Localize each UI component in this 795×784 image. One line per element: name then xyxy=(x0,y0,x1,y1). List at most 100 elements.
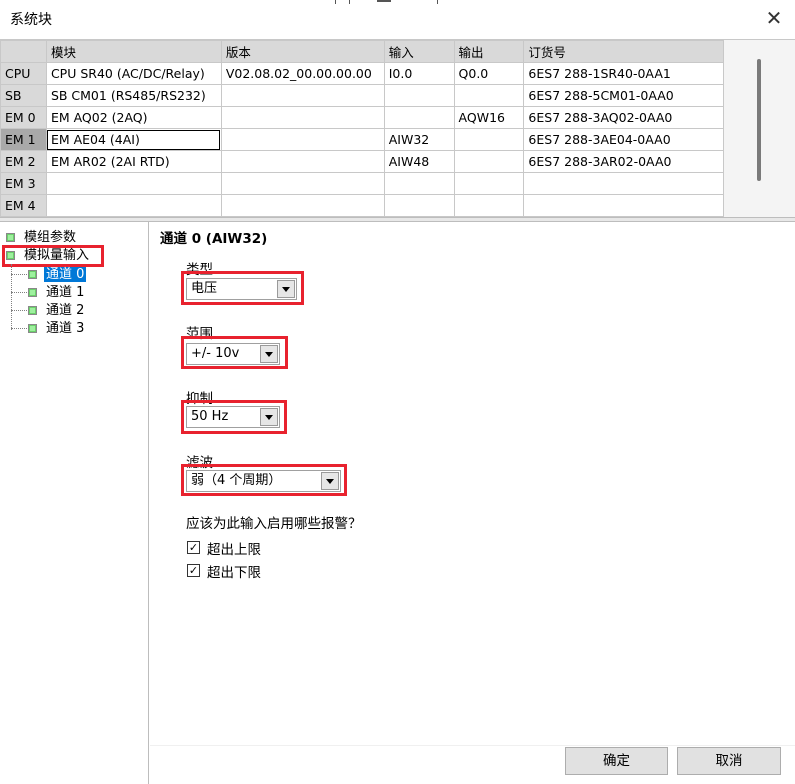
order-number-cell[interactable]: 6ES7 288-3AR02-0AA0 xyxy=(523,150,724,173)
check-icon: ✓ xyxy=(188,541,199,554)
table-header-row: 模块 版本 输入 输出 订货号 xyxy=(0,40,724,63)
module-cell[interactable]: EM AQ02 (2AQ) xyxy=(45,106,222,129)
table-row[interactable]: CPU CPU SR40 (AC/DC/Relay) V02.08.02_00.… xyxy=(0,62,724,85)
filter-dropdown[interactable]: 弱（4 个周期） xyxy=(186,470,341,492)
order-number-cell[interactable] xyxy=(523,172,724,195)
range-dropdown-value: +/- 10v xyxy=(191,346,240,361)
version-cell[interactable] xyxy=(220,128,385,151)
input-cell[interactable] xyxy=(383,172,455,195)
alarm-lower-checkbox[interactable]: ✓ xyxy=(187,564,200,577)
alarm-upper-checkbox[interactable]: ✓ xyxy=(187,541,200,554)
row-header[interactable]: SB xyxy=(0,84,47,107)
ok-button[interactable]: 确定 xyxy=(565,747,668,775)
channel-settings-panel xyxy=(150,222,795,784)
column-header-rowtype xyxy=(0,40,47,63)
column-header-order-number[interactable]: 订货号 xyxy=(523,40,724,63)
order-number-cell[interactable]: 6ES7 288-3AE04-0AA0 xyxy=(523,128,724,151)
rejection-dropdown-value: 50 Hz xyxy=(191,409,229,424)
version-cell[interactable] xyxy=(220,84,385,107)
channel-2-node-icon xyxy=(28,306,37,315)
column-header-module[interactable]: 模块 xyxy=(45,40,222,63)
tree-connector xyxy=(11,274,27,275)
module-table: 模块 版本 输入 输出 订货号 CPU CPU SR40 (AC/DC/Rela… xyxy=(0,40,724,217)
order-number-cell[interactable] xyxy=(523,194,724,217)
module-cell[interactable]: EM AR02 (2AI RTD) xyxy=(45,150,222,173)
close-icon[interactable]: ✕ xyxy=(764,8,784,28)
order-number-cell[interactable]: 6ES7 288-3AQ02-0AA0 xyxy=(523,106,724,129)
table-row[interactable]: SB SB CM01 (RS485/RS232) 6ES7 288-5CM01-… xyxy=(0,84,724,107)
version-cell[interactable] xyxy=(220,106,385,129)
table-row[interactable]: EM 4 xyxy=(0,194,724,217)
row-header[interactable]: EM 2 xyxy=(0,150,47,173)
type-dropdown[interactable]: 电压 xyxy=(186,278,297,300)
chevron-down-icon[interactable] xyxy=(277,280,295,298)
module-cell[interactable]: SB CM01 (RS485/RS232) xyxy=(45,84,222,107)
row-header[interactable]: EM 3 xyxy=(0,172,47,195)
chevron-down-icon[interactable] xyxy=(260,345,278,363)
module-grid: 模块 版本 输入 输出 订货号 CPU CPU SR40 (AC/DC/Rela… xyxy=(0,39,724,218)
input-cell[interactable]: AIW48 xyxy=(383,150,455,173)
input-cell[interactable]: AIW32 xyxy=(383,128,455,151)
output-cell[interactable] xyxy=(453,194,525,217)
tree-connector xyxy=(11,310,27,311)
alarm-upper-label[interactable]: 超出上限 xyxy=(207,538,261,558)
output-cell[interactable]: Q0.0 xyxy=(453,62,525,85)
column-header-output[interactable]: 输出 xyxy=(453,40,525,63)
alarm-question: 应该为此输入启用哪些报警？ xyxy=(186,516,362,532)
output-cell[interactable] xyxy=(453,150,525,173)
table-row[interactable]: EM 3 xyxy=(0,172,724,195)
version-cell[interactable] xyxy=(220,150,385,173)
tree-item-channel-0-label: 通道 0 xyxy=(44,267,87,282)
tree-item-channel-2[interactable]: 通道 2 xyxy=(46,302,84,319)
tree-item-analog-input[interactable]: 模拟量输入 xyxy=(24,247,89,264)
module-cell[interactable]: EM AE04 (4AI) xyxy=(45,128,222,151)
input-cell[interactable] xyxy=(383,194,455,217)
table-row[interactable]: EM 0 EM AQ02 (2AQ) AQW16 6ES7 288-3AQ02-… xyxy=(0,106,724,129)
tree-item-channel-1[interactable]: 通道 1 xyxy=(46,284,84,301)
table-row-selected[interactable]: EM 1 EM AE04 (4AI) AIW32 6ES7 288-3AE04-… xyxy=(0,128,724,151)
channel-3-node-icon xyxy=(28,324,37,333)
module-cell[interactable] xyxy=(45,172,222,195)
grid-scrollbar-thumb[interactable] xyxy=(757,59,761,181)
order-number-cell[interactable]: 6ES7 288-5CM01-0AA0 xyxy=(523,84,724,107)
output-cell[interactable] xyxy=(453,172,525,195)
column-header-version[interactable]: 版本 xyxy=(220,40,385,63)
version-cell[interactable] xyxy=(220,172,385,195)
input-cell[interactable] xyxy=(383,106,455,129)
channel-1-node-icon xyxy=(28,288,37,297)
output-cell[interactable] xyxy=(453,128,525,151)
filter-label: 滤波 xyxy=(186,455,213,471)
version-cell[interactable] xyxy=(220,194,385,217)
tree-item-module-params[interactable]: 模组参数 xyxy=(24,229,76,246)
analog-input-node-icon xyxy=(6,251,15,260)
order-number-cell[interactable]: 6ES7 288-1SR40-0AA1 xyxy=(523,62,724,85)
type-dropdown-value: 电压 xyxy=(191,281,218,296)
column-header-input[interactable]: 输入 xyxy=(383,40,455,63)
output-cell[interactable] xyxy=(453,84,525,107)
table-row[interactable]: EM 2 EM AR02 (2AI RTD) AIW48 6ES7 288-3A… xyxy=(0,150,724,173)
row-header[interactable]: EM 1 xyxy=(0,128,47,151)
alarm-lower-label[interactable]: 超出下限 xyxy=(207,561,261,581)
button-bar-divider xyxy=(150,745,795,746)
row-header[interactable]: EM 4 xyxy=(0,194,47,217)
chevron-down-icon[interactable] xyxy=(260,408,278,426)
output-cell[interactable]: AQW16 xyxy=(453,106,525,129)
module-cell[interactable]: CPU SR40 (AC/DC/Relay) xyxy=(45,62,222,85)
module-params-node-icon xyxy=(6,233,15,242)
chevron-down-icon[interactable] xyxy=(321,472,339,490)
version-cell[interactable]: V02.08.02_00.00.00.00 xyxy=(220,62,385,85)
channel-0-node-icon xyxy=(28,270,37,279)
cancel-button[interactable]: 取消 xyxy=(677,747,781,775)
tree-item-channel-0[interactable]: 通道 0 xyxy=(44,266,87,283)
input-cell[interactable]: I0.0 xyxy=(383,62,455,85)
module-cell[interactable] xyxy=(45,194,222,217)
range-dropdown[interactable]: +/- 10v xyxy=(186,343,280,365)
top-edge-marks xyxy=(335,0,438,4)
row-header[interactable]: CPU xyxy=(0,62,47,85)
row-header[interactable]: EM 0 xyxy=(0,106,47,129)
rejection-dropdown[interactable]: 50 Hz xyxy=(186,406,280,428)
input-cell[interactable] xyxy=(383,84,455,107)
tree-item-channel-3[interactable]: 通道 3 xyxy=(46,320,84,337)
check-icon: ✓ xyxy=(188,564,199,577)
tree-connector xyxy=(11,292,27,293)
